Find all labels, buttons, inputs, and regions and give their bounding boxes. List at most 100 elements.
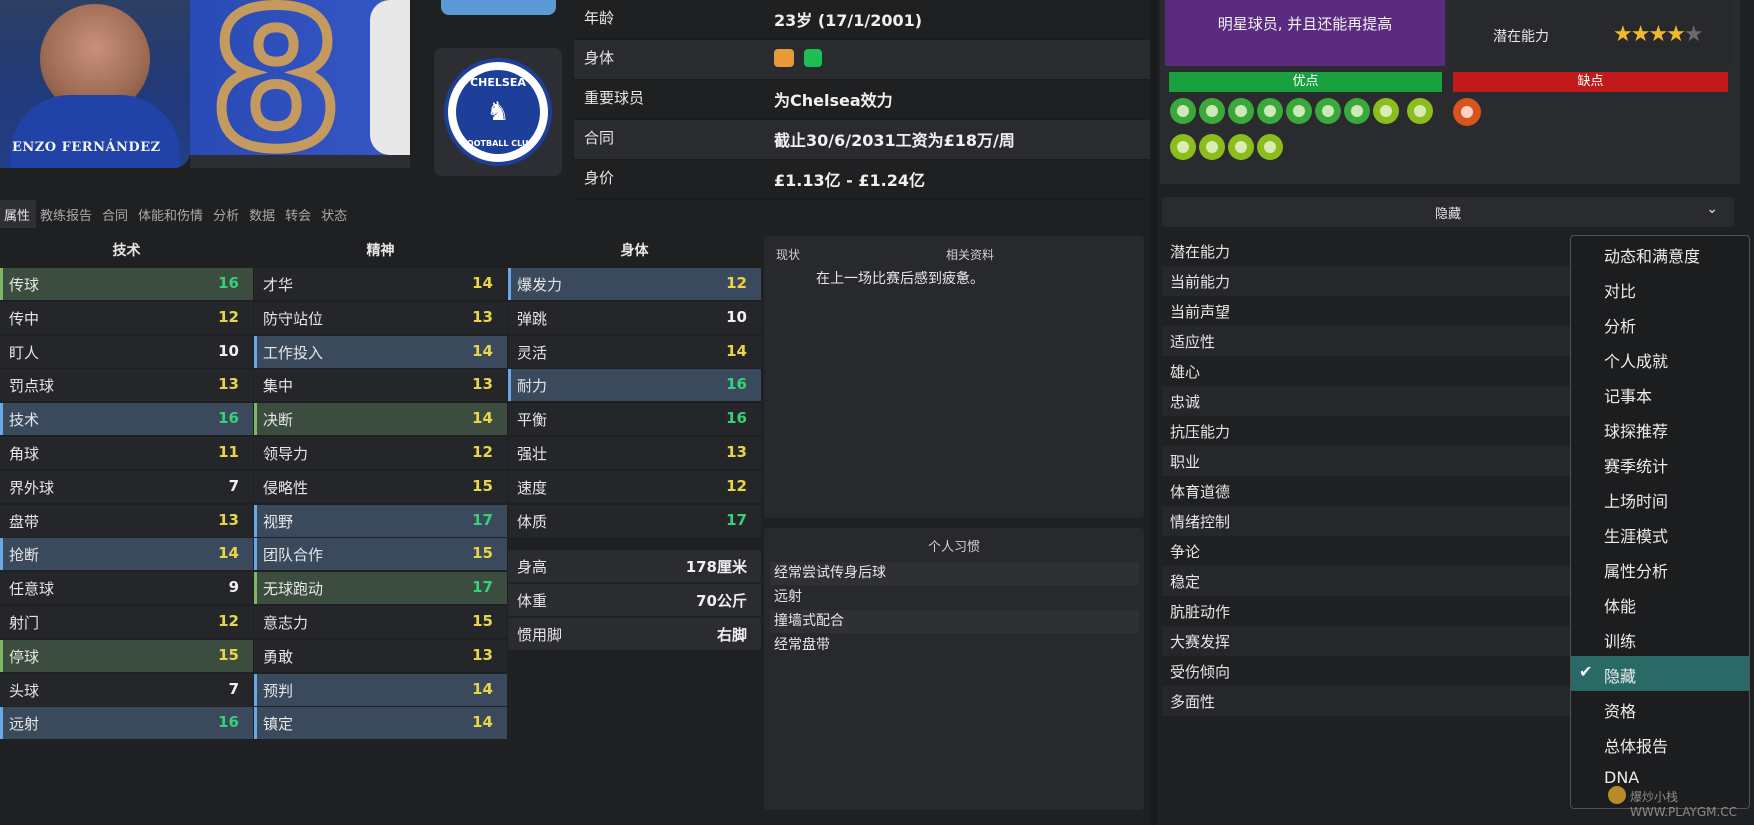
attribute-row[interactable]: 传球 16 [0, 268, 253, 300]
attribute-row[interactable]: 爆发力 12 [508, 268, 761, 300]
menu-item[interactable]: 记事本 [1571, 376, 1749, 411]
attribute-row[interactable]: 才华 14 [254, 268, 507, 300]
potential-stars: ★★★★★ [1613, 22, 1704, 47]
attribute-row[interactable]: 平衡 16 [508, 403, 761, 436]
attribute-row[interactable]: 抢断 14 [0, 538, 253, 571]
attribute-row[interactable]: 任意球 9 [0, 572, 253, 605]
mind-badge-icon[interactable] [1406, 98, 1433, 124]
hidden-attribute-row: 体育道德 [1170, 483, 1231, 501]
club-crest-icon: CHELSEA ♞ FOOTBALL CLUB [444, 58, 552, 166]
tab-status[interactable]: 状态 [317, 200, 353, 228]
menu-item[interactable]: 资格 [1571, 691, 1749, 726]
tab-analysis[interactable]: 分析 [209, 200, 245, 228]
menu-item[interactable]: 总体报告 [1571, 726, 1749, 761]
tab-attributes[interactable]: 属性 [0, 200, 37, 228]
vision-badge-icon[interactable] [1286, 98, 1312, 124]
trait-item[interactable]: 远射 [770, 586, 1139, 609]
flag-badge-icon[interactable] [1199, 134, 1225, 160]
attribute-row[interactable]: 界外球 7 [0, 470, 253, 503]
tab-coach-report[interactable]: 教练报告 [36, 200, 98, 228]
traits-heading: 个人习惯 [927, 540, 980, 555]
technical-attributes: 传球 16 传中 12 盯人 10 罚点球 13 技术 16 角球 11 界外球 7 盘带 13… [0, 268, 253, 741]
pass-badge-icon[interactable] [1257, 98, 1283, 124]
menu-item[interactable]: 球探推荐 [1571, 411, 1749, 446]
teamwork-badge-icon[interactable] [1315, 98, 1341, 124]
attribute-row[interactable]: 头球 7 [0, 673, 253, 706]
hidden-attribute-row: 当前能力 [1162, 266, 1592, 296]
attribute-row[interactable]: 射门 12 [0, 605, 253, 638]
attribute-row[interactable]: 弹跳 10 [508, 301, 761, 334]
menu-item[interactable]: 分析 [1571, 306, 1749, 341]
top-action-button[interactable] [441, 0, 556, 15]
boot-badge-icon[interactable] [1228, 134, 1254, 160]
attribute-row[interactable]: 传中 12 [0, 301, 253, 334]
status-heading[interactable]: 现状 [776, 246, 800, 263]
flask-badge-icon[interactable] [1257, 134, 1283, 160]
physical-info: 身高 178厘米 体重 70公斤 惯用脚 右脚 [508, 550, 761, 651]
menu-item[interactable]: 赛季统计 [1571, 446, 1749, 481]
tab-stats[interactable]: 数据 [245, 200, 281, 228]
attribute-row[interactable]: 灵活 14 [508, 335, 761, 368]
hidden-attribute-row: 争论 [1170, 543, 1201, 561]
attribute-row[interactable]: 技术 16 [0, 403, 253, 436]
attribute-row[interactable]: 决断 14 [254, 403, 507, 436]
attribute-row[interactable]: 团队合作 15 [254, 538, 507, 571]
attribute-row[interactable]: 预判 14 [254, 673, 507, 706]
attribute-row[interactable]: 角球 11 [0, 436, 253, 469]
attribute-row[interactable]: 耐力 16 [508, 369, 761, 402]
player-traits-panel: 个人习惯 经常尝试传身后球 远射 撞墙式配合 经常盘带 [764, 528, 1144, 810]
attribute-row[interactable]: 侵略性 15 [254, 470, 507, 503]
star-badge-icon[interactable] [1199, 98, 1225, 124]
player-info-table: 年龄 23岁 (17/1/2001) 身体 重要球员 为Chelsea效力 合同… [574, 0, 1150, 200]
tab-transfer[interactable]: 转会 [281, 200, 317, 228]
menu-item-selected[interactable]: ✔ 隐藏 [1571, 656, 1749, 691]
menu-item[interactable]: 动态和满意度 [1571, 236, 1749, 271]
view-selector[interactable]: 隐藏 ⌄ [1162, 197, 1734, 227]
stamina-badge-icon[interactable] [1344, 98, 1370, 124]
attribute-row[interactable]: 远射 16 [0, 707, 253, 740]
attribute-row[interactable]: 体质 17 [508, 504, 761, 537]
ball-badge-icon[interactable] [1170, 134, 1196, 160]
player-photo: ENZO FERNÁNDEZ [0, 0, 190, 168]
attribute-row[interactable]: 强壮 13 [508, 436, 761, 469]
trait-item[interactable]: 经常盘带 [770, 634, 1139, 657]
related-info-heading[interactable]: 相关资料 [946, 246, 994, 263]
growth-badge-icon[interactable] [1373, 98, 1399, 124]
tab-contract[interactable]: 合同 [98, 200, 134, 228]
menu-item[interactable]: 个人成就 [1571, 341, 1749, 376]
menu-item[interactable]: 属性分析 [1571, 551, 1749, 586]
watermark-logo-icon [1608, 786, 1626, 804]
club-crest-box[interactable]: CHELSEA ♞ FOOTBALL CLUB [434, 48, 562, 176]
attribute-row[interactable]: 视野 17 [254, 504, 507, 537]
attribute-row[interactable]: 镇定 14 [254, 707, 507, 740]
weight-row: 体重 70公斤 [508, 583, 761, 616]
attribute-row[interactable]: 无球跑动 17 [254, 572, 507, 605]
attribute-row[interactable]: 罚点球 13 [0, 369, 253, 402]
attribute-row[interactable]: 勇敢 13 [254, 639, 507, 672]
attribute-row[interactable]: 集中 13 [254, 369, 507, 402]
cons-header: 缺点 [1453, 72, 1728, 92]
menu-item[interactable]: 对比 [1571, 271, 1749, 306]
attribute-row[interactable]: 工作投入 14 [254, 335, 507, 368]
info-row-value: 身价 £1.13亿 - £1.24亿 [574, 160, 1150, 200]
mental-header: 精神 [366, 243, 395, 259]
attribute-row[interactable]: 停球 15 [0, 639, 253, 672]
trait-item[interactable]: 经常尝试传身后球 [770, 562, 1139, 585]
trait-item[interactable]: 撞墙式配合 [770, 610, 1139, 633]
menu-item[interactable]: 训练 [1571, 621, 1749, 656]
menu-item[interactable]: 生涯模式 [1571, 516, 1749, 551]
target-badge-icon[interactable] [1228, 98, 1254, 124]
weakness-badge-icon[interactable] [1453, 98, 1481, 126]
attribute-row[interactable]: 意志力 15 [254, 605, 507, 638]
tab-fitness-injury[interactable]: 体能和伤情 [134, 200, 209, 228]
attribute-row[interactable]: 盘带 13 [0, 504, 253, 537]
menu-item[interactable]: 上场时间 [1571, 481, 1749, 516]
attribute-row[interactable]: 盯人 10 [0, 335, 253, 368]
menu-item[interactable]: 体能 [1571, 586, 1749, 621]
hidden-attribute-row: 情绪控制 [1162, 506, 1592, 536]
attribute-row[interactable]: 防守站位 13 [254, 301, 507, 334]
hidden-attribute-row: 抗压能力 [1170, 423, 1231, 441]
attribute-row[interactable]: 速度 12 [508, 470, 761, 503]
trait-badge-icon[interactable] [1170, 98, 1196, 124]
attribute-row[interactable]: 领导力 12 [254, 436, 507, 469]
